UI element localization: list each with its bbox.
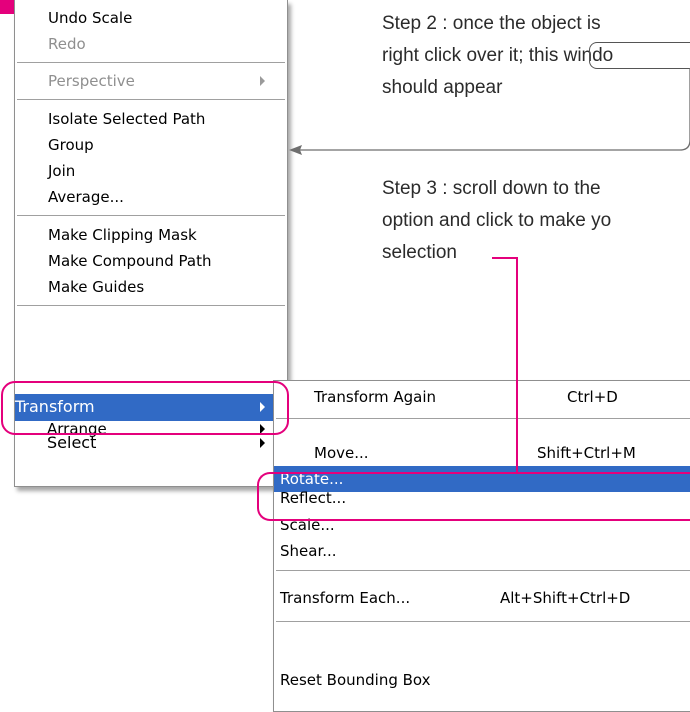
- submenu-item-reset-bounding-box[interactable]: Reset Bounding Box: [274, 667, 690, 693]
- menu-item-label: Perspective: [48, 72, 135, 90]
- menu-separator: [17, 305, 285, 307]
- menu-item-make-compound-path[interactable]: Make Compound Path: [15, 248, 287, 274]
- menu-item-isolate-selected-path[interactable]: Isolate Selected Path: [15, 106, 287, 132]
- menu-item-make-clipping-mask[interactable]: Make Clipping Mask: [15, 222, 287, 248]
- menu-item-label: Average...: [48, 188, 124, 206]
- menu-item-join[interactable]: Join: [15, 158, 287, 184]
- menu-separator: [17, 99, 285, 101]
- step-3-line-1: Step 3 : scroll down to the: [382, 178, 601, 199]
- menu-item-shortcut: Alt+Shift+Ctrl+D: [500, 589, 631, 607]
- submenu-item-shear[interactable]: Shear...: [274, 538, 690, 564]
- menu-separator: [276, 418, 690, 420]
- transform-submenu: Transform Again Ctrl+D Move... Shift+Ctr…: [273, 380, 690, 712]
- menu-item-label: Group: [48, 136, 94, 154]
- menu-item-group[interactable]: Group: [15, 132, 287, 158]
- menu-item-label: Join: [48, 162, 76, 180]
- step-2-line-3: should appear: [382, 77, 503, 98]
- step-2-arrowhead-icon: [289, 145, 302, 155]
- window-word-highlight: [589, 42, 690, 69]
- step-2-line-2-text: right click over it; this: [382, 45, 564, 66]
- step-2-line-2: right click over it; this windo: [382, 43, 613, 69]
- submenu-arrow-icon: [260, 76, 265, 86]
- submenu-item-transform-each[interactable]: Transform Each... Alt+Shift+Ctrl+D: [274, 585, 690, 611]
- menu-item-label: Shear...: [280, 542, 337, 560]
- step-2-line-1: Step 2 : once the object is: [382, 13, 601, 34]
- menu-item-undo-scale[interactable]: Undo Scale: [15, 5, 287, 31]
- menu-item-label: Redo: [48, 35, 86, 53]
- submenu-arrow-icon: [260, 438, 265, 448]
- menu-separator: [276, 621, 690, 623]
- menu-item-label: Make Clipping Mask: [48, 226, 197, 244]
- menu-item-make-guides[interactable]: Make Guides: [15, 274, 287, 300]
- menu-item-label: Undo Scale: [48, 9, 133, 27]
- transform-callout-oval: [1, 381, 289, 435]
- menu-item-label: Move...: [314, 444, 369, 462]
- menu-item-shortcut: Ctrl+D: [567, 388, 618, 406]
- menu-separator: [17, 62, 285, 64]
- menu-item-shortcut: Shift+Ctrl+M: [537, 444, 636, 462]
- submenu-item-move[interactable]: Move... Shift+Ctrl+M: [274, 440, 690, 466]
- step-3-line-2: option and click to make yo: [382, 210, 612, 231]
- menu-item-label: Transform Again: [314, 388, 437, 406]
- menu-separator: [17, 215, 285, 217]
- step-3-line-3: selection: [382, 242, 457, 263]
- menu-separator: [276, 570, 690, 572]
- menu-item-label: Make Guides: [48, 278, 145, 296]
- menu-item-perspective[interactable]: Perspective: [15, 68, 287, 94]
- menu-item-redo[interactable]: Redo: [15, 31, 287, 57]
- rotate-callout-oval: [257, 472, 690, 521]
- submenu-item-transform-again[interactable]: Transform Again Ctrl+D: [274, 384, 690, 410]
- menu-item-label: Reset Bounding Box: [280, 671, 431, 689]
- menu-item-label: Make Compound Path: [48, 252, 212, 270]
- menu-item-label: Isolate Selected Path: [48, 110, 206, 128]
- menu-item-average[interactable]: Average...: [15, 184, 287, 210]
- menu-item-label: Transform Each...: [280, 589, 411, 607]
